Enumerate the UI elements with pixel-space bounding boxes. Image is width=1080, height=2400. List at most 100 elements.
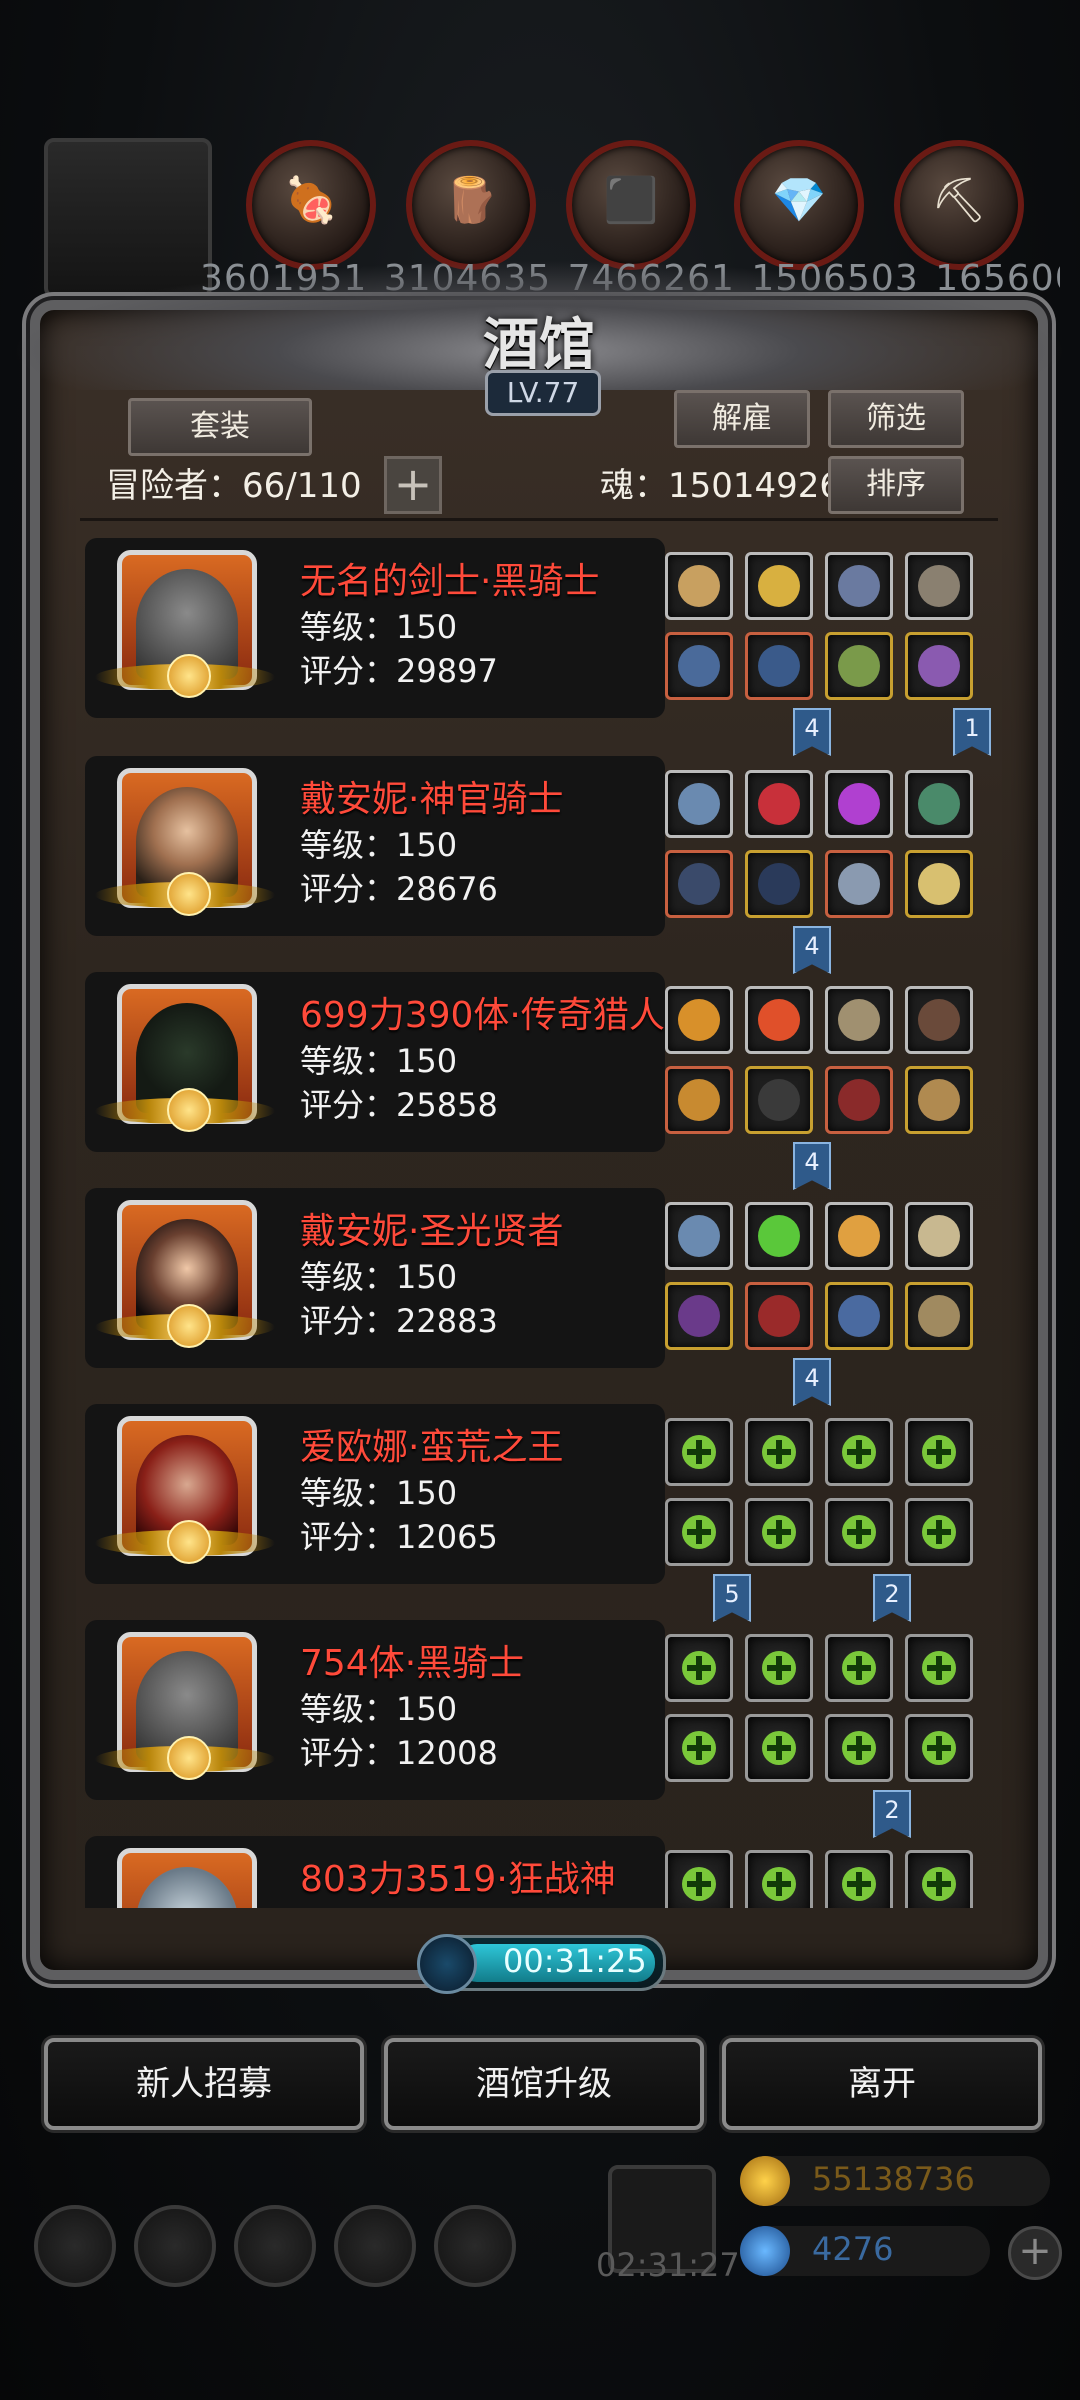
lantern-equip-icon[interactable]: [825, 1202, 893, 1270]
hero-score: 评分：22883: [300, 1302, 498, 1340]
horn-equip-icon[interactable]: [905, 552, 973, 620]
add-equip-icon[interactable]: [825, 1714, 893, 1782]
hero-name: 803力3519·狂战神: [300, 1859, 616, 1900]
rank-emblem-icon: [167, 654, 211, 698]
guild-icon[interactable]: [234, 2205, 316, 2287]
hero-level: 等级：150: [300, 826, 458, 864]
mace-equip-icon[interactable]: [825, 850, 893, 918]
beast-equip-icon[interactable]: [825, 1066, 893, 1134]
hero-name: 戴安妮·神官骑士: [300, 779, 564, 820]
hero-list[interactable]: 无名的剑士·黑骑士 等级：150 评分：29897 4 1 戴安妮·神官骑士 等…: [85, 538, 1005, 1908]
add-equip-icon[interactable]: [665, 1634, 733, 1702]
bow-equip-icon[interactable]: [665, 1066, 733, 1134]
hero-card[interactable]: 699力390体·传奇猎人 等级：150 评分：25858: [85, 972, 1005, 1152]
claw-equip-icon[interactable]: [905, 986, 973, 1054]
sort-button[interactable]: 排序: [828, 456, 964, 514]
add-equip-icon[interactable]: [665, 1418, 733, 1486]
wood-resource-icon: 🪵: [406, 140, 536, 270]
robe-equip-icon[interactable]: [745, 1282, 813, 1350]
robe-equip-icon[interactable]: [745, 850, 813, 918]
add-equip-icon[interactable]: [665, 1498, 733, 1566]
armor-equip-icon[interactable]: [745, 1066, 813, 1134]
rank-emblem-icon: [167, 1520, 211, 1564]
gem-display: 4276: [740, 2226, 990, 2276]
rank-icon[interactable]: [434, 2205, 516, 2287]
add-equip-icon[interactable]: [665, 1714, 733, 1782]
gold-coin-icon: [740, 2156, 790, 2206]
hero-portrait: [117, 1848, 257, 1908]
add-equip-icon[interactable]: [745, 1850, 813, 1908]
clock-icon: [417, 1934, 477, 1994]
recruit-button[interactable]: 新人招募: [44, 2038, 364, 2130]
rank-emblem-icon: [167, 1088, 211, 1132]
timer-text: 00:31:25: [503, 1942, 647, 1980]
add-equip-icon[interactable]: [745, 1418, 813, 1486]
hero-name: 爱欧娜·蛮荒之王: [300, 1427, 564, 1468]
aura-equip-icon[interactable]: [665, 1202, 733, 1270]
armor-equip-icon[interactable]: [745, 632, 813, 700]
set-count-flag: 4: [793, 1142, 831, 1190]
staff-equip-icon[interactable]: [665, 1282, 733, 1350]
add-currency-button[interactable]: +: [1008, 2226, 1062, 2280]
hero-name: 699力390体·传奇猎人: [300, 995, 665, 1036]
cloak-equip-icon[interactable]: [665, 850, 733, 918]
shield-equip-icon[interactable]: [825, 632, 893, 700]
flame-equip-icon[interactable]: [745, 986, 813, 1054]
gauntlet-equip-icon[interactable]: [905, 632, 973, 700]
add-equip-icon[interactable]: [825, 1418, 893, 1486]
amulet-equip-icon[interactable]: [745, 552, 813, 620]
add-equip-icon[interactable]: [905, 1418, 973, 1486]
add-equip-icon[interactable]: [825, 1634, 893, 1702]
achievement-star-icon[interactable]: [134, 2205, 216, 2287]
add-equip-icon[interactable]: [745, 1498, 813, 1566]
hero-card[interactable]: 无名的剑士·黑骑士 等级：150 评分：29897: [85, 538, 1005, 718]
flute-equip-icon[interactable]: [905, 1202, 973, 1270]
lance-equip-icon[interactable]: [665, 632, 733, 700]
green-crystal-equip-icon[interactable]: [745, 1202, 813, 1270]
mail-icon[interactable]: [334, 2205, 416, 2287]
purple-gem-equip-icon[interactable]: [825, 770, 893, 838]
soul-count: 魂：15014926: [600, 466, 842, 506]
shield-equip-icon[interactable]: [905, 850, 973, 918]
filter-button[interactable]: 筛选: [828, 390, 964, 448]
add-equip-icon[interactable]: [905, 1714, 973, 1782]
rank-emblem-icon: [167, 1304, 211, 1348]
gem-amulet-equip-icon[interactable]: [745, 770, 813, 838]
helmet-equip-icon[interactable]: [825, 552, 893, 620]
sceptre-equip-icon[interactable]: [825, 1282, 893, 1350]
add-equip-icon[interactable]: [905, 1850, 973, 1908]
add-equip-icon[interactable]: [745, 1634, 813, 1702]
settings-gear-icon[interactable]: [34, 2205, 116, 2287]
outfit-button[interactable]: 套装: [128, 398, 312, 456]
add-equip-icon[interactable]: [745, 1714, 813, 1782]
hero-card[interactable]: 爱欧娜·蛮荒之王 等级：150 评分：12065: [85, 1404, 1005, 1584]
crown-equip-icon[interactable]: [665, 986, 733, 1054]
ring-equip-icon[interactable]: [905, 770, 973, 838]
add-equip-icon[interactable]: [825, 1498, 893, 1566]
add-equip-icon[interactable]: [905, 1634, 973, 1702]
ring-equip-icon[interactable]: [665, 552, 733, 620]
upgrade-tavern-button[interactable]: 酒馆升级: [384, 2038, 704, 2130]
horn-equip-icon[interactable]: [825, 986, 893, 1054]
gold-display: 55138736: [740, 2156, 1050, 2206]
add-equip-icon[interactable]: [905, 1498, 973, 1566]
add-equip-icon[interactable]: [665, 1850, 733, 1908]
scroll-equip-icon[interactable]: [905, 1066, 973, 1134]
mask-equip-icon[interactable]: [905, 1282, 973, 1350]
aura-equip-icon[interactable]: [665, 770, 733, 838]
hero-score: 评分：29897: [300, 652, 498, 690]
iron-resource-icon: ⬛: [566, 140, 696, 270]
rank-emblem-icon: [167, 872, 211, 916]
hero-score: 评分：25858: [300, 1086, 498, 1124]
expand-roster-button[interactable]: +: [384, 456, 442, 514]
leave-button[interactable]: 离开: [722, 2038, 1042, 2130]
dismiss-button[interactable]: 解雇: [674, 390, 810, 448]
ore-resource-icon: ⛏: [894, 140, 1024, 270]
set-count-flag: 4: [793, 1358, 831, 1406]
set-count-flag: 1: [953, 708, 991, 756]
add-equip-icon[interactable]: [825, 1850, 893, 1908]
hero-card[interactable]: 戴安妮·神官骑士 等级：150 评分：28676: [85, 756, 1005, 936]
hero-card[interactable]: 戴安妮·圣光贤者 等级：150 评分：22883: [85, 1188, 1005, 1368]
hero-card[interactable]: 803力3519·狂战神: [85, 1836, 1005, 1908]
hero-card[interactable]: 754体·黑骑士 等级：150 评分：12008: [85, 1620, 1005, 1800]
